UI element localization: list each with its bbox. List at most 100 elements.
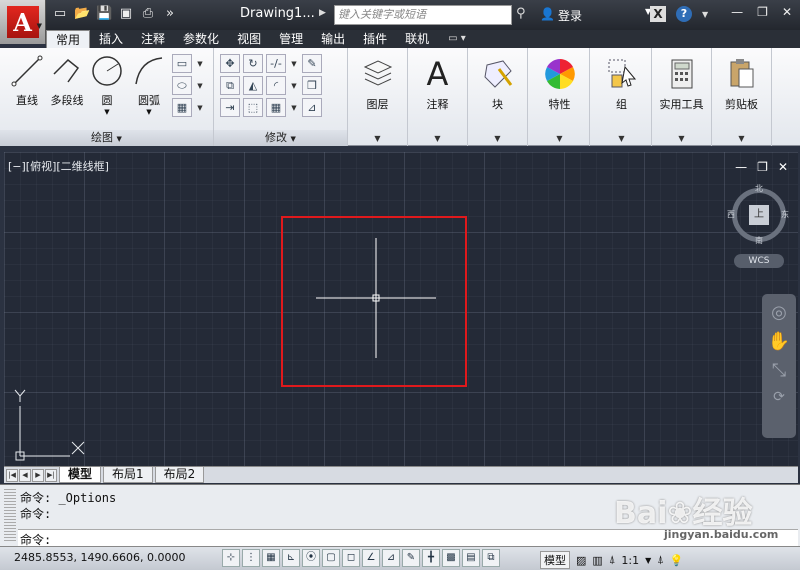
trim-dropdown-icon[interactable]: ▼ <box>289 54 299 73</box>
draw-panel-title[interactable]: 绘图 ▼ <box>0 130 213 146</box>
tab-plugins[interactable]: 插件 <box>354 30 396 48</box>
prev-layout-icon[interactable]: ◀ <box>19 468 31 482</box>
rectangle-icon[interactable]: ▭ <box>172 54 192 73</box>
application-menu-button[interactable]: A ▼ <box>0 0 46 44</box>
annotation-scale[interactable]: 1:1 <box>621 554 639 567</box>
3d-object-snap-icon[interactable]: ◻ <box>342 549 360 567</box>
copy-icon[interactable]: ⧉ <box>220 76 240 95</box>
selection-cycling-icon[interactable]: ⧉ <box>482 549 500 567</box>
layers-expand-icon[interactable]: ▼ <box>348 134 407 143</box>
properties-panel[interactable]: 特性 ▼ <box>530 48 590 146</box>
hatch-dropdown-icon[interactable]: ▼ <box>195 98 205 117</box>
more-icon[interactable]: » <box>162 6 178 22</box>
new-icon[interactable]: ▭ <box>52 6 68 22</box>
quick-access-toolbar: ▭ 📂 💾 ▣ ⎙ » <box>52 6 178 22</box>
snap-mode-icon[interactable]: ⋮ <box>242 549 260 567</box>
binoculars-icon[interactable]: ⚲ <box>516 6 526 21</box>
command-window-grip[interactable] <box>4 489 16 543</box>
help-icon[interactable]: ? <box>676 6 692 22</box>
first-layout-icon[interactable]: |◀ <box>6 468 18 482</box>
annotation-visibility-icon[interactable]: ⍋ <box>657 553 664 567</box>
stretch-icon[interactable]: ⇥ <box>220 98 240 117</box>
annotation-expand-icon[interactable]: ▼ <box>408 134 467 143</box>
save-icon[interactable]: 💾 <box>96 6 112 22</box>
object-snap-tracking-icon[interactable]: ∠ <box>362 549 380 567</box>
save-as-icon[interactable]: ▣ <box>118 6 134 22</box>
exchange-icon[interactable]: X <box>650 6 666 22</box>
hatch-icon[interactable]: ▦ <box>172 98 192 117</box>
coordinate-readout[interactable]: 2485.8553, 1490.6606, 0.0000 <box>14 551 185 564</box>
clipboard-panel[interactable]: 剪贴板 ▼ <box>712 48 772 146</box>
modify-panel: ✥ ↻ -/- ▼ ✎ ⧉ ◭ ◜ ▼ ❒ ⇥ ⬚ ▦ ▼ ⊿ 修改 ▼ <box>214 48 348 146</box>
quick-view-drawings-icon[interactable]: ▥ <box>592 554 602 567</box>
minimize-icon[interactable]: — <box>731 5 743 19</box>
title-arrow-icon[interactable]: ▶ <box>319 8 326 18</box>
mirror-icon[interactable]: ◭ <box>243 76 263 95</box>
tab-home[interactable]: 常用 <box>46 30 91 48</box>
fillet-icon[interactable]: ◜ <box>266 76 286 95</box>
open-icon[interactable]: 📂 <box>74 6 90 22</box>
erase-icon[interactable]: ✎ <box>302 54 322 73</box>
scale-dropdown-icon[interactable]: ▼ <box>645 556 651 565</box>
close-icon[interactable]: ✕ <box>782 5 792 19</box>
tab-parametric[interactable]: 参数化 <box>174 30 228 48</box>
array-icon[interactable]: ▦ <box>266 98 286 117</box>
move-icon[interactable]: ✥ <box>220 54 240 73</box>
clipboard-expand-icon[interactable]: ▼ <box>712 134 771 143</box>
tab-model[interactable]: 模型 <box>59 467 102 483</box>
ortho-mode-icon[interactable]: ⊾ <box>282 549 300 567</box>
utilities-panel[interactable]: 实用工具 ▼ <box>652 48 712 146</box>
next-layout-icon[interactable]: ▶ <box>32 468 44 482</box>
arc-tool[interactable]: 圆弧 ▼ <box>124 54 174 116</box>
transparency-icon[interactable]: ▩ <box>442 549 460 567</box>
tab-online[interactable]: 联机 <box>396 30 438 48</box>
tab-layout1[interactable]: 布局1 <box>103 467 153 483</box>
utilities-expand-icon[interactable]: ▼ <box>652 134 711 143</box>
explode-icon[interactable]: ❒ <box>302 76 322 95</box>
object-snap-icon[interactable]: ▢ <box>322 549 340 567</box>
block-expand-icon[interactable]: ▼ <box>468 134 527 143</box>
polar-tracking-icon[interactable]: ⦿ <box>302 549 320 567</box>
search-input[interactable]: 键入关键字或短语 <box>334 5 512 25</box>
model-space-button[interactable]: 模型 <box>540 551 570 569</box>
group-expand-icon[interactable]: ▼ <box>592 134 651 143</box>
lineweight-icon[interactable]: ╋ <box>422 549 440 567</box>
annotation-panel[interactable]: A 注释 ▼ <box>408 48 468 146</box>
quick-view-layouts-icon[interactable]: ▨ <box>576 554 586 567</box>
allow-disallow-ucs-icon[interactable]: ⊿ <box>382 549 400 567</box>
last-layout-icon[interactable]: ▶| <box>45 468 57 482</box>
tab-insert[interactable]: 插入 <box>90 30 132 48</box>
ellipse-dropdown-icon[interactable]: ▼ <box>195 76 205 95</box>
grid-display-icon[interactable]: ▦ <box>262 549 280 567</box>
offset-icon[interactable]: ⊿ <box>302 98 322 117</box>
drawing-canvas[interactable]: [−][俯视][二维线框] — ❐ ✕ 北 南 西 东 上 WCS ◎ ✋ ⤡ … <box>4 152 798 466</box>
layers-panel[interactable]: 图层 ▼ <box>348 48 408 146</box>
array-dropdown-icon[interactable]: ▼ <box>289 98 299 117</box>
modify-panel-title[interactable]: 修改 ▼ <box>214 130 347 146</box>
fillet-dropdown-icon[interactable]: ▼ <box>289 76 299 95</box>
tab-view[interactable]: 视图 <box>228 30 270 48</box>
quick-properties-icon[interactable]: ▤ <box>462 549 480 567</box>
properties-expand-icon[interactable]: ▼ <box>530 134 589 143</box>
block-panel[interactable]: 块 ▼ <box>468 48 528 146</box>
lightbulb-icon[interactable]: 💡 <box>670 554 684 567</box>
help-dropdown-icon[interactable]: ▼ <box>702 10 708 19</box>
ellipse-icon[interactable]: ⬭ <box>172 76 192 95</box>
dynamic-input-icon[interactable]: ✎ <box>402 549 420 567</box>
ribbon-options-icon[interactable]: ▭ ▾ <box>438 30 476 48</box>
arc-dropdown-icon[interactable]: ▼ <box>124 108 174 116</box>
tab-output[interactable]: 输出 <box>312 30 354 48</box>
login-button[interactable]: 👤 登录 ▼ <box>540 7 651 24</box>
infer-constraints-icon[interactable]: ⊹ <box>222 549 240 567</box>
maximize-icon[interactable]: ❐ <box>757 5 768 19</box>
print-icon[interactable]: ⎙ <box>140 6 156 22</box>
tab-layout2[interactable]: 布局2 <box>154 467 205 483</box>
tab-annotate[interactable]: 注释 <box>132 30 174 48</box>
trim-icon[interactable]: -/- <box>266 54 286 73</box>
rotate-icon[interactable]: ↻ <box>243 54 263 73</box>
group-panel[interactable]: 组 ▼ <box>592 48 652 146</box>
document-title: Drawing1... <box>240 6 315 21</box>
tab-manage[interactable]: 管理 <box>270 30 312 48</box>
scale-icon[interactable]: ⬚ <box>243 98 263 117</box>
rectangle-dropdown-icon[interactable]: ▼ <box>195 54 205 73</box>
